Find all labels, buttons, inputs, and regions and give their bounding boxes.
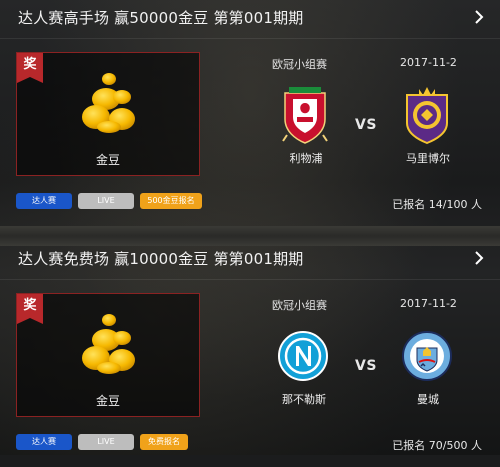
maribor-crest-icon	[406, 87, 448, 145]
manchester-city-crest-icon	[402, 331, 452, 381]
prize-label: 金豆	[95, 153, 120, 167]
chevron-right-icon[interactable]	[470, 8, 488, 26]
away-team-name: 曼城	[417, 393, 439, 406]
tag-live[interactable]: LIVE	[78, 434, 134, 450]
tag-contest-type[interactable]: 达人赛	[16, 193, 72, 209]
gold-coins-icon	[82, 73, 135, 133]
registration-count: 已报名 14/100 人	[392, 198, 482, 211]
prize-box: 奖 金豆	[16, 52, 200, 176]
contest-title: 达人赛高手场 赢50000金豆 第第001期期	[18, 9, 304, 27]
chevron-right-icon[interactable]	[470, 249, 488, 267]
vs-label: VS	[355, 358, 377, 374]
away-team-name: 马里博尔	[406, 152, 450, 165]
liverpool-crest-icon	[282, 87, 328, 144]
competition-name: 欧冠小组赛	[272, 299, 327, 312]
gold-coins-icon	[82, 314, 135, 374]
vs-label: VS	[355, 117, 377, 133]
competition-name: 欧冠小组赛	[272, 58, 327, 71]
tag-entry-fee[interactable]: 500金豆报名	[140, 193, 202, 209]
prize-badge: 奖	[17, 53, 43, 83]
match-date: 2017-11-2	[400, 297, 457, 310]
prize-label: 金豆	[95, 394, 120, 408]
tag-contest-type[interactable]: 达人赛	[16, 434, 72, 450]
tag-live[interactable]: LIVE	[78, 193, 134, 209]
napoli-crest-icon	[278, 331, 328, 381]
home-team-name: 利物浦	[289, 152, 323, 165]
registration-count: 已报名 70/500 人	[392, 439, 482, 452]
divider	[0, 38, 500, 39]
prize-box: 奖 金豆	[16, 293, 200, 417]
tag-entry-fee[interactable]: 免费报名	[140, 434, 188, 450]
contest-card-2[interactable]: 达人赛免费场 赢10000金豆 第第001期期 奖 金豆 欧冠小组赛 2017-…	[0, 241, 500, 467]
match-date: 2017-11-2	[400, 56, 457, 69]
contest-title: 达人赛免费场 赢10000金豆 第第001期期	[18, 250, 304, 268]
home-team-name: 那不勒斯	[282, 393, 326, 406]
contest-card-1[interactable]: 达人赛高手场 赢50000金豆 第第001期期 奖 金豆 欧冠小组赛 2017-…	[0, 0, 500, 226]
prize-badge: 奖	[17, 294, 43, 324]
divider	[0, 279, 500, 280]
